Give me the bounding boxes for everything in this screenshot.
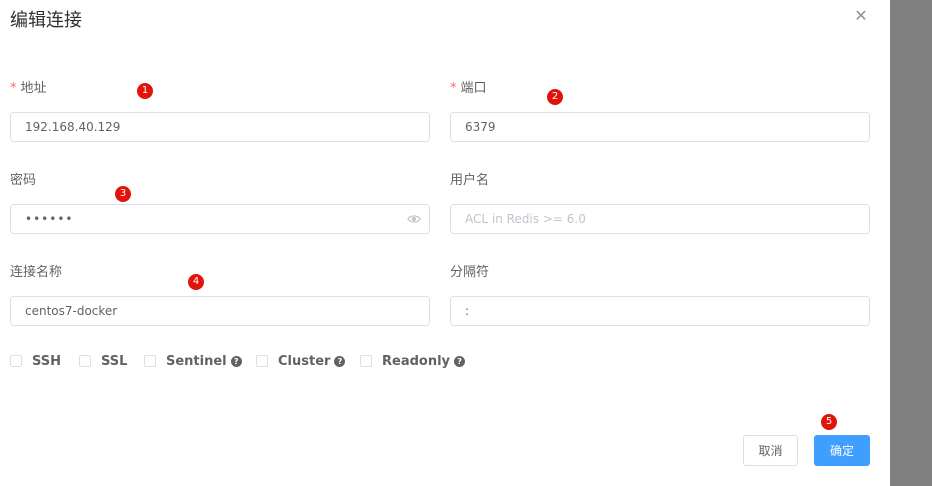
dialog-title: 编辑连接 <box>10 10 82 31</box>
port-label: * 端口 <box>450 77 487 96</box>
annotation-badge-1: 1 <box>137 83 153 99</box>
readonly-checkbox[interactable] <box>360 355 372 367</box>
option-cluster[interactable]: Cluster ? <box>256 352 346 370</box>
username-placeholder: ACL in Redis >= 6.0 <box>465 212 586 226</box>
help-icon[interactable]: ? <box>454 355 466 367</box>
port-input[interactable]: 6379 <box>450 112 870 142</box>
separator-input[interactable]: : <box>450 296 870 326</box>
option-ssh[interactable]: SSH <box>10 352 61 370</box>
option-ssl[interactable]: SSL <box>79 352 127 370</box>
ssh-checkbox[interactable] <box>10 355 22 367</box>
sentinel-checkbox[interactable] <box>144 355 156 367</box>
host-label: * 地址 <box>10 77 47 96</box>
ok-button[interactable]: 确定 <box>814 435 870 466</box>
sentinel-label: Sentinel <box>166 353 227 369</box>
option-readonly[interactable]: Readonly ? <box>360 352 466 370</box>
annotation-badge-5: 5 <box>821 414 837 430</box>
separator-label: 分隔符 <box>450 265 490 280</box>
eye-icon[interactable] <box>407 213 421 225</box>
separator-value: : <box>465 304 470 318</box>
host-input[interactable]: 192.168.40.129 <box>10 112 430 142</box>
connection-name-value: centos7-docker <box>25 304 118 318</box>
ssl-label: SSL <box>101 353 128 369</box>
annotation-badge-3: 3 <box>115 186 131 202</box>
option-sentinel[interactable]: Sentinel ? <box>144 352 242 370</box>
username-label: 用户名 <box>450 173 490 188</box>
readonly-label: Readonly <box>382 353 451 369</box>
connection-name-input[interactable]: centos7-docker <box>10 296 430 326</box>
help-icon[interactable]: ? <box>334 355 346 367</box>
password-input[interactable]: •••••• <box>10 204 430 234</box>
help-icon[interactable]: ? <box>230 355 242 367</box>
ssl-checkbox[interactable] <box>79 355 91 367</box>
username-input[interactable]: ACL in Redis >= 6.0 <box>450 204 870 234</box>
host-label-text: 地址 <box>20 81 47 96</box>
annotation-badge-2: 2 <box>547 89 563 105</box>
password-value: •••••• <box>25 212 74 226</box>
cluster-checkbox[interactable] <box>256 355 268 367</box>
edit-connection-dialog: 编辑连接 ✕ * 地址 192.168.40.129 * 端口 6379 密码 ••… <box>0 0 890 486</box>
connection-name-label: 连接名称 <box>10 265 63 280</box>
password-label: 密码 <box>10 173 37 188</box>
ssh-label: SSH <box>32 353 62 369</box>
required-mark: * <box>10 81 17 96</box>
port-label-text: 端口 <box>460 81 487 96</box>
cancel-button[interactable]: 取消 <box>743 435 798 466</box>
annotation-badge-4: 4 <box>188 274 204 290</box>
port-value: 6379 <box>465 120 496 134</box>
cluster-label: Cluster <box>278 353 331 369</box>
host-value: 192.168.40.129 <box>25 120 121 134</box>
close-icon[interactable]: ✕ <box>852 7 870 25</box>
modal-overlay <box>890 0 932 486</box>
required-mark: * <box>450 81 457 96</box>
